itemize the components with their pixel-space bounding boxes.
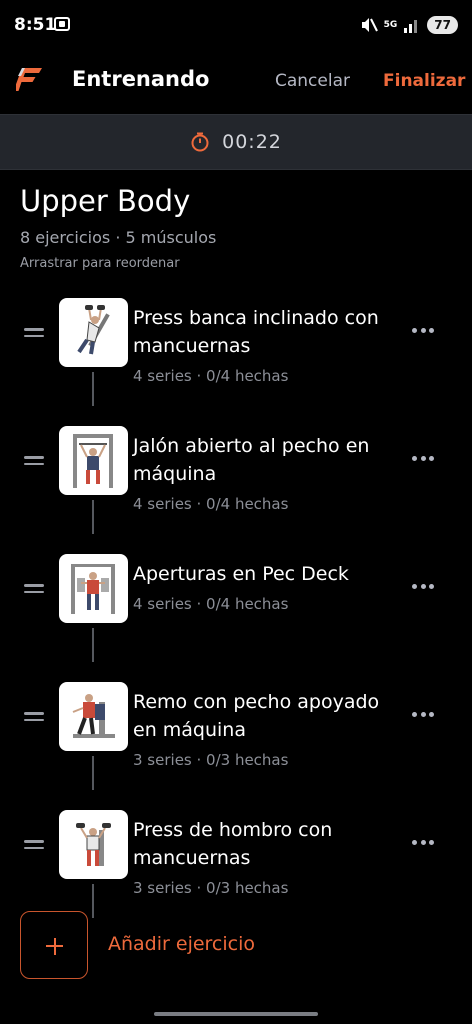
exercise-name[interactable]: Aperturas en Pec Deck (133, 560, 395, 588)
exercise-item[interactable]: Remo con pecho apoyado en máquina 3 seri… (0, 682, 472, 810)
exercise-name[interactable]: Press de hombro con mancuernas (133, 816, 395, 872)
cancel-button[interactable]: Cancelar (275, 71, 350, 91)
more-options-icon[interactable] (412, 326, 434, 334)
drag-handle-icon[interactable] (24, 584, 44, 594)
more-options-icon[interactable] (412, 710, 434, 718)
exercise-item[interactable]: Press banca inclinado con mancuernas 4 s… (0, 298, 472, 426)
network-type: 5G (383, 19, 398, 30)
add-exercise-button[interactable] (20, 911, 88, 979)
exercise-name[interactable]: Remo con pecho apoyado en máquina (133, 688, 395, 744)
workout-summary: 8 ejercicios · 5 músculos (20, 228, 217, 247)
more-options-icon[interactable] (412, 838, 434, 846)
mute-icon (361, 18, 378, 32)
screen-record-icon (54, 17, 70, 31)
app-logo-icon (16, 68, 42, 91)
exercise-name[interactable]: Press banca inclinado con mancuernas (133, 304, 395, 360)
exercise-thumbnail[interactable] (59, 426, 128, 495)
pec-deck-illustration (71, 564, 115, 614)
drag-handle-icon[interactable] (24, 712, 44, 722)
exercise-thumbnail[interactable] (59, 810, 128, 879)
incline-press-illustration (77, 305, 110, 355)
drag-handle-icon[interactable] (24, 328, 44, 338)
stopwatch-icon (191, 132, 209, 152)
exercise-connector (92, 756, 94, 790)
exercise-connector (92, 628, 94, 662)
exercise-thumbnail[interactable] (59, 682, 128, 751)
workout-timer: 00:22 (0, 114, 472, 170)
chest-supported-row-illustration (72, 694, 115, 738)
status-time: 8:51 (14, 15, 57, 35)
add-exercise-label[interactable]: Añadir ejercicio (108, 933, 255, 955)
more-options-icon[interactable] (412, 454, 434, 462)
exercise-progress: 4 series · 0/4 hechas (133, 595, 289, 613)
drag-handle-icon[interactable] (24, 456, 44, 466)
more-options-icon[interactable] (412, 582, 434, 590)
drag-handle-icon[interactable] (24, 840, 44, 850)
exercise-thumbnail[interactable] (59, 298, 128, 367)
home-indicator[interactable] (154, 1012, 318, 1016)
exercise-progress: 3 series · 0/3 hechas (133, 751, 289, 769)
shoulder-press-illustration (76, 823, 111, 866)
status-bar: 8:51 5G 77 (0, 0, 472, 54)
exercise-item[interactable]: Aperturas en Pec Deck 4 series · 0/4 hec… (0, 554, 472, 682)
exercise-progress: 3 series · 0/3 hechas (133, 879, 289, 897)
battery-indicator: 77 (427, 16, 458, 34)
workout-title: Upper Body (20, 184, 191, 218)
exercise-connector (92, 372, 94, 406)
finish-button[interactable]: Finalizar (383, 71, 465, 91)
drag-hint: Arrastrar para reordenar (20, 256, 180, 271)
exercise-progress: 4 series · 0/4 hechas (133, 367, 289, 385)
network-label: 5G (383, 19, 398, 30)
status-icons: 5G 77 (360, 16, 458, 34)
timer-value: 00:22 (222, 131, 282, 153)
exercise-item[interactable]: Jalón abierto al pecho en máquina 4 seri… (0, 426, 472, 554)
exercise-connector (92, 500, 94, 534)
exercise-name[interactable]: Jalón abierto al pecho en máquina (133, 432, 395, 488)
exercise-progress: 4 series · 0/4 hechas (133, 495, 289, 513)
page-title: Entrenando (72, 67, 210, 91)
signal-icon (404, 20, 418, 33)
exercise-thumbnail[interactable] (59, 554, 128, 623)
lat-pulldown-illustration (73, 434, 113, 488)
exercise-connector (92, 884, 94, 918)
app-header: Entrenando Cancelar Finalizar (0, 54, 472, 114)
